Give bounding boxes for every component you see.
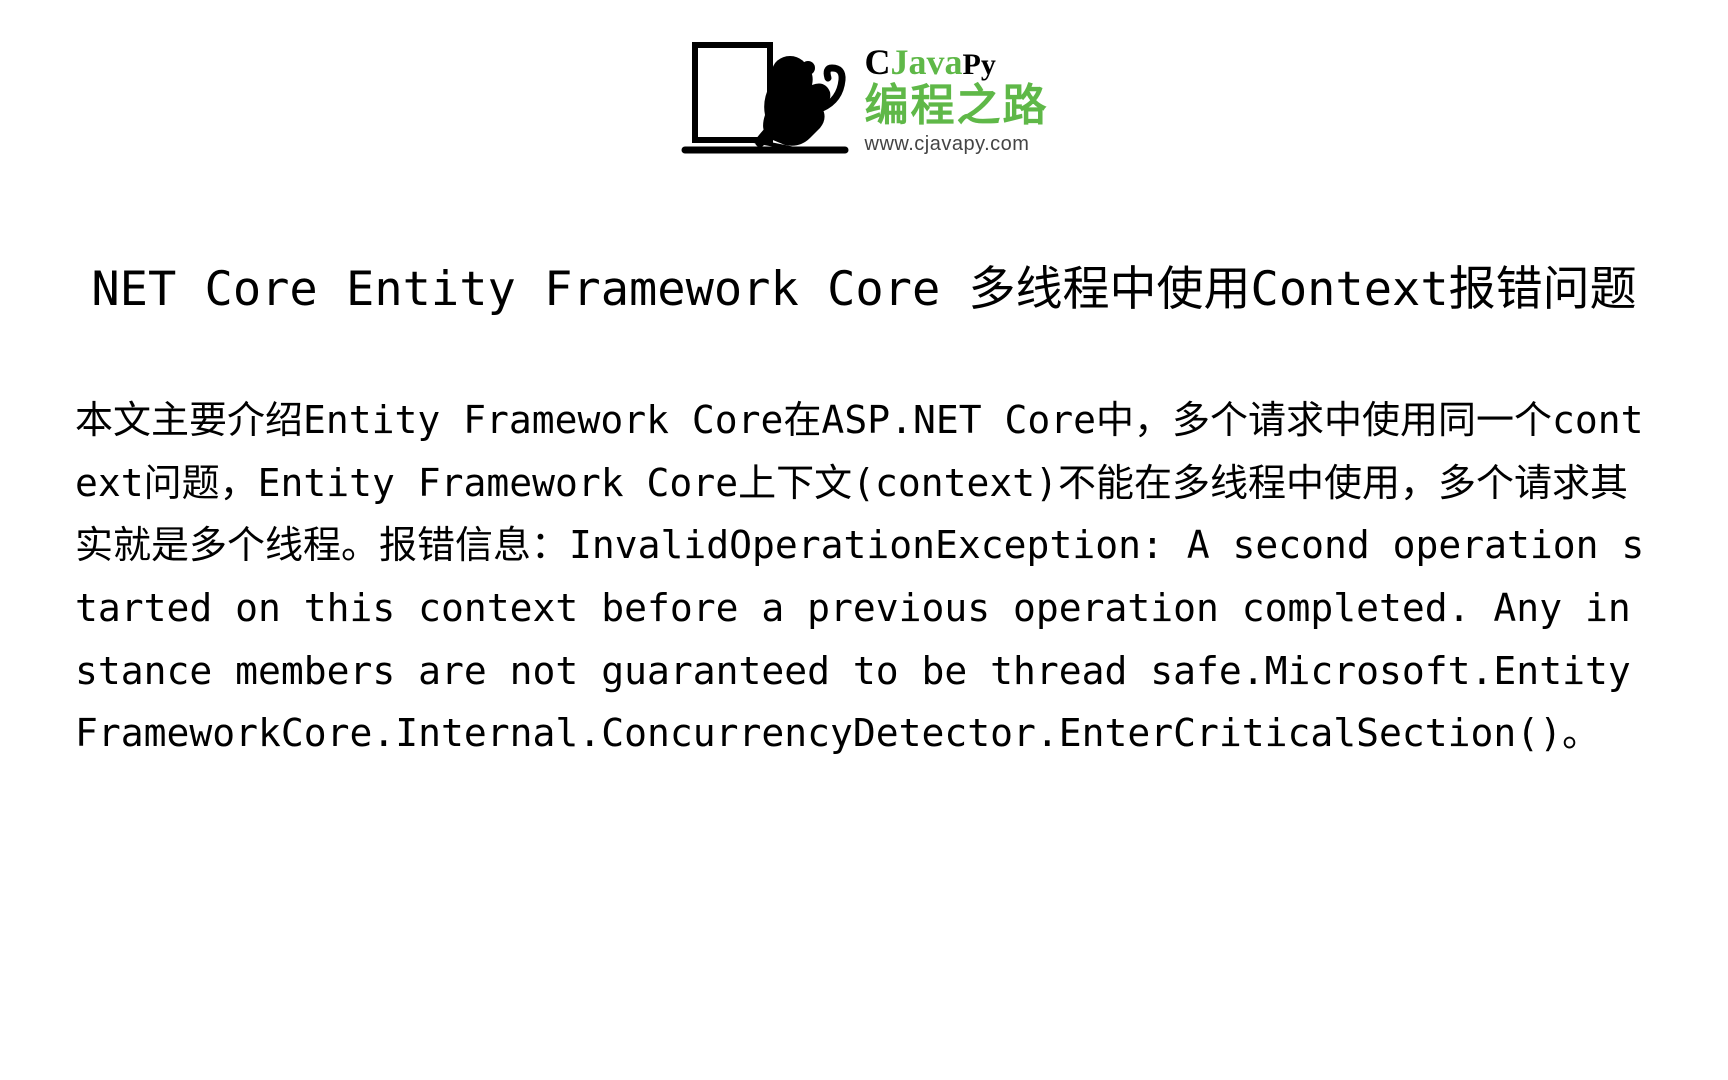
logo-brand-line: CJavaPy [865, 44, 996, 80]
article-body: 本文主要介绍Entity Framework Core在ASP.NET Core… [0, 389, 1728, 765]
site-logo: CJavaPy 编程之路 www.cjavapy.com [0, 0, 1728, 190]
logo-text: CJavaPy 编程之路 www.cjavapy.com [865, 44, 1049, 155]
article-title: NET Core Entity Framework Core 多线程中使用Con… [0, 250, 1728, 319]
monkey-computer-icon [680, 30, 850, 170]
logo-py-word: Py [963, 48, 996, 81]
logo-tagline: 编程之路 [865, 82, 1049, 130]
logo-c-letter: C [865, 42, 891, 82]
logo-url: www.cjavapy.com [865, 133, 1030, 156]
logo-java-word: Java [891, 42, 963, 82]
